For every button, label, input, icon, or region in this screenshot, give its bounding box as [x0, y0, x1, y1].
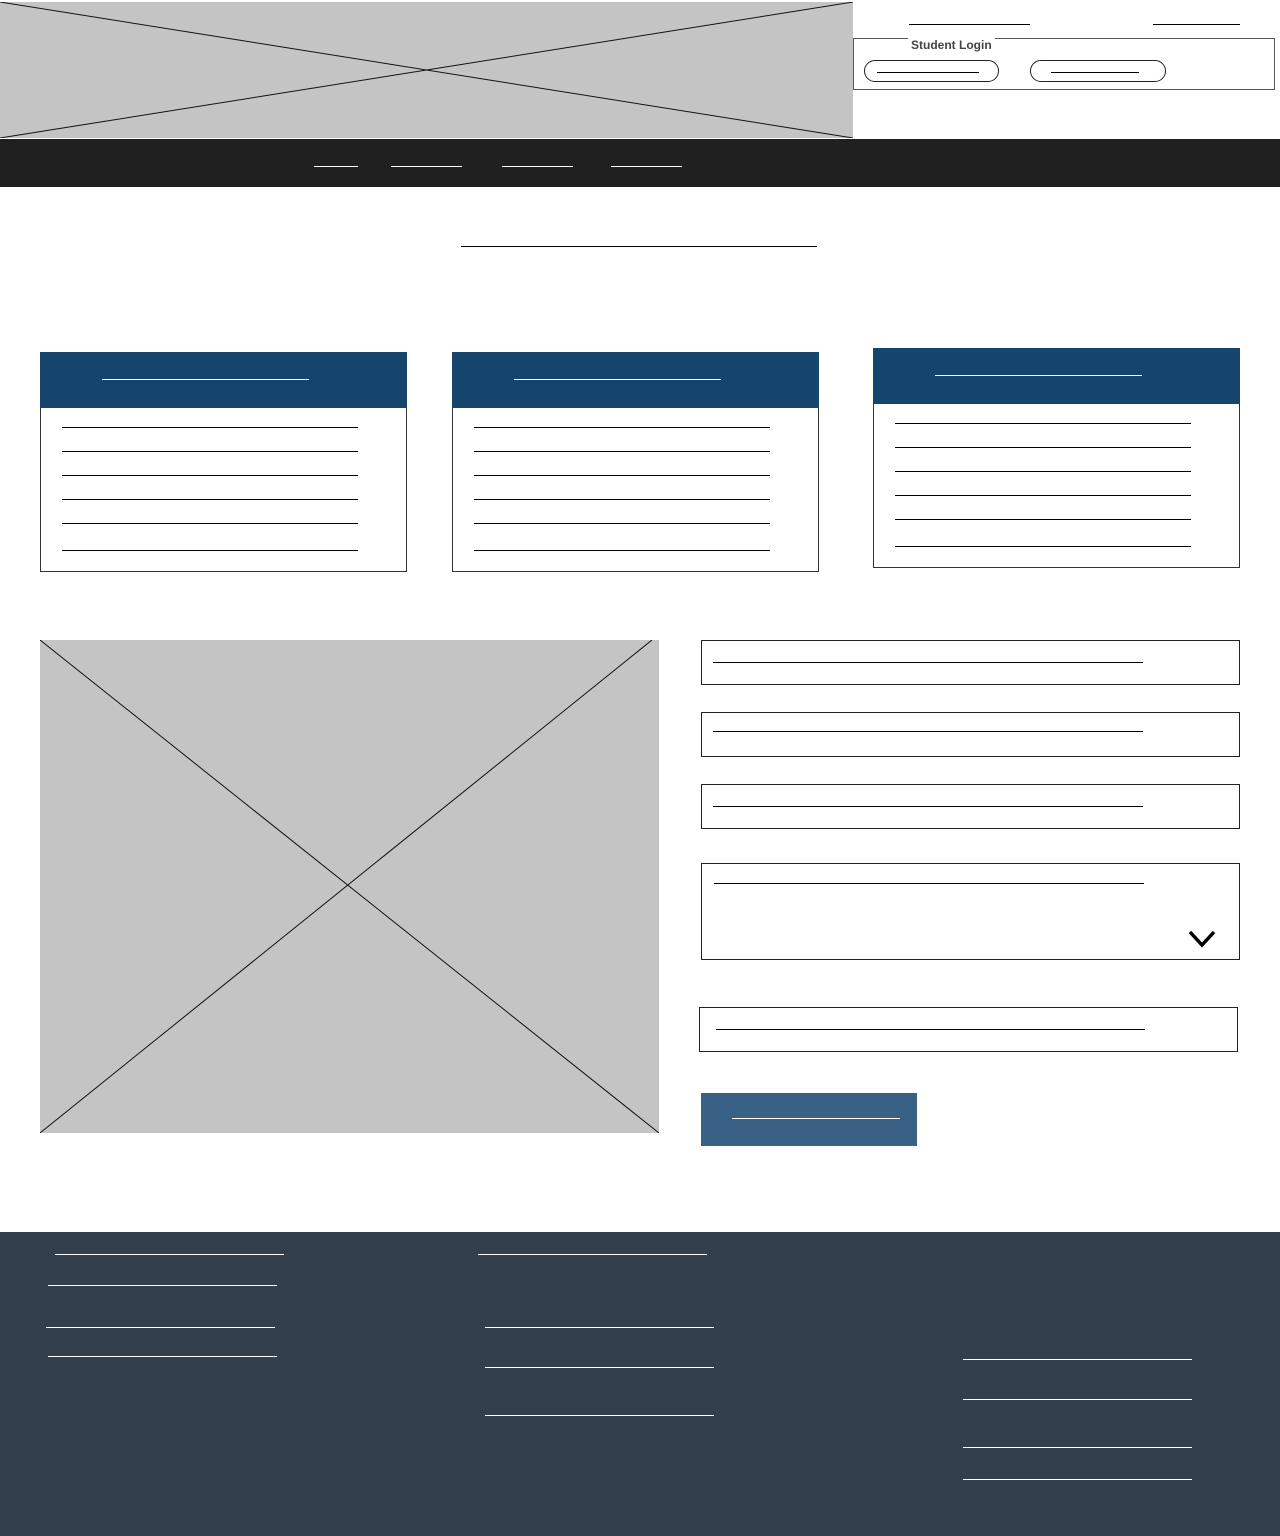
header-banner-image — [0, 2, 853, 138]
info-card-1 — [40, 352, 407, 572]
card-line — [474, 499, 770, 500]
card-line — [62, 451, 358, 452]
card-line — [895, 423, 1191, 424]
footer-link[interactable] — [485, 1319, 714, 1329]
submit-button[interactable] — [701, 1093, 917, 1146]
footer-link[interactable] — [48, 1348, 277, 1358]
footer-link[interactable] — [963, 1439, 1192, 1449]
card-line — [474, 550, 770, 551]
student-login-legend: Student Login — [908, 38, 995, 52]
card-line — [895, 471, 1191, 472]
chevron-down-icon — [1188, 930, 1216, 948]
footer-link[interactable] — [963, 1351, 1192, 1361]
footer-link[interactable] — [963, 1391, 1192, 1401]
card-line — [474, 427, 770, 428]
image-placeholder-icon — [40, 640, 659, 1133]
card-line — [62, 475, 358, 476]
card-line — [895, 546, 1191, 547]
card-line — [62, 523, 358, 524]
card-header — [873, 348, 1240, 404]
card-line — [62, 427, 358, 428]
footer-link[interactable] — [485, 1359, 714, 1369]
nav-item-1[interactable] — [314, 159, 358, 169]
form-field-1[interactable] — [701, 640, 1240, 685]
login-button-2[interactable] — [1030, 60, 1166, 82]
nav-item-2[interactable] — [391, 159, 462, 169]
card-line — [474, 451, 770, 452]
footer-link[interactable] — [478, 1246, 707, 1256]
card-line — [474, 523, 770, 524]
form-field-4[interactable] — [699, 1007, 1238, 1052]
footer — [0, 1232, 1280, 1536]
card-line — [895, 447, 1191, 448]
content-image — [40, 640, 659, 1133]
card-line — [62, 499, 358, 500]
card-line — [474, 475, 770, 476]
footer-link[interactable] — [55, 1246, 284, 1256]
footer-link[interactable] — [46, 1319, 275, 1329]
top-link-2[interactable] — [1153, 14, 1240, 26]
footer-link[interactable] — [963, 1471, 1192, 1481]
info-card-2 — [452, 352, 819, 572]
login-button-1[interactable] — [864, 60, 999, 82]
info-card-3 — [873, 348, 1240, 568]
card-header — [40, 352, 407, 408]
main-nav-bar — [0, 139, 1280, 187]
top-link-1[interactable] — [909, 14, 1030, 26]
form-field-2[interactable] — [701, 712, 1240, 757]
card-header — [452, 352, 819, 408]
image-placeholder-icon — [0, 2, 853, 138]
form-select[interactable] — [701, 863, 1240, 960]
card-line — [895, 519, 1191, 520]
page-title — [461, 236, 817, 248]
nav-item-3[interactable] — [502, 159, 573, 169]
footer-link[interactable] — [485, 1407, 714, 1417]
card-line — [895, 495, 1191, 496]
card-line — [62, 550, 358, 551]
nav-item-4[interactable] — [611, 159, 682, 169]
footer-link[interactable] — [48, 1277, 277, 1287]
form-field-3[interactable] — [701, 784, 1240, 829]
